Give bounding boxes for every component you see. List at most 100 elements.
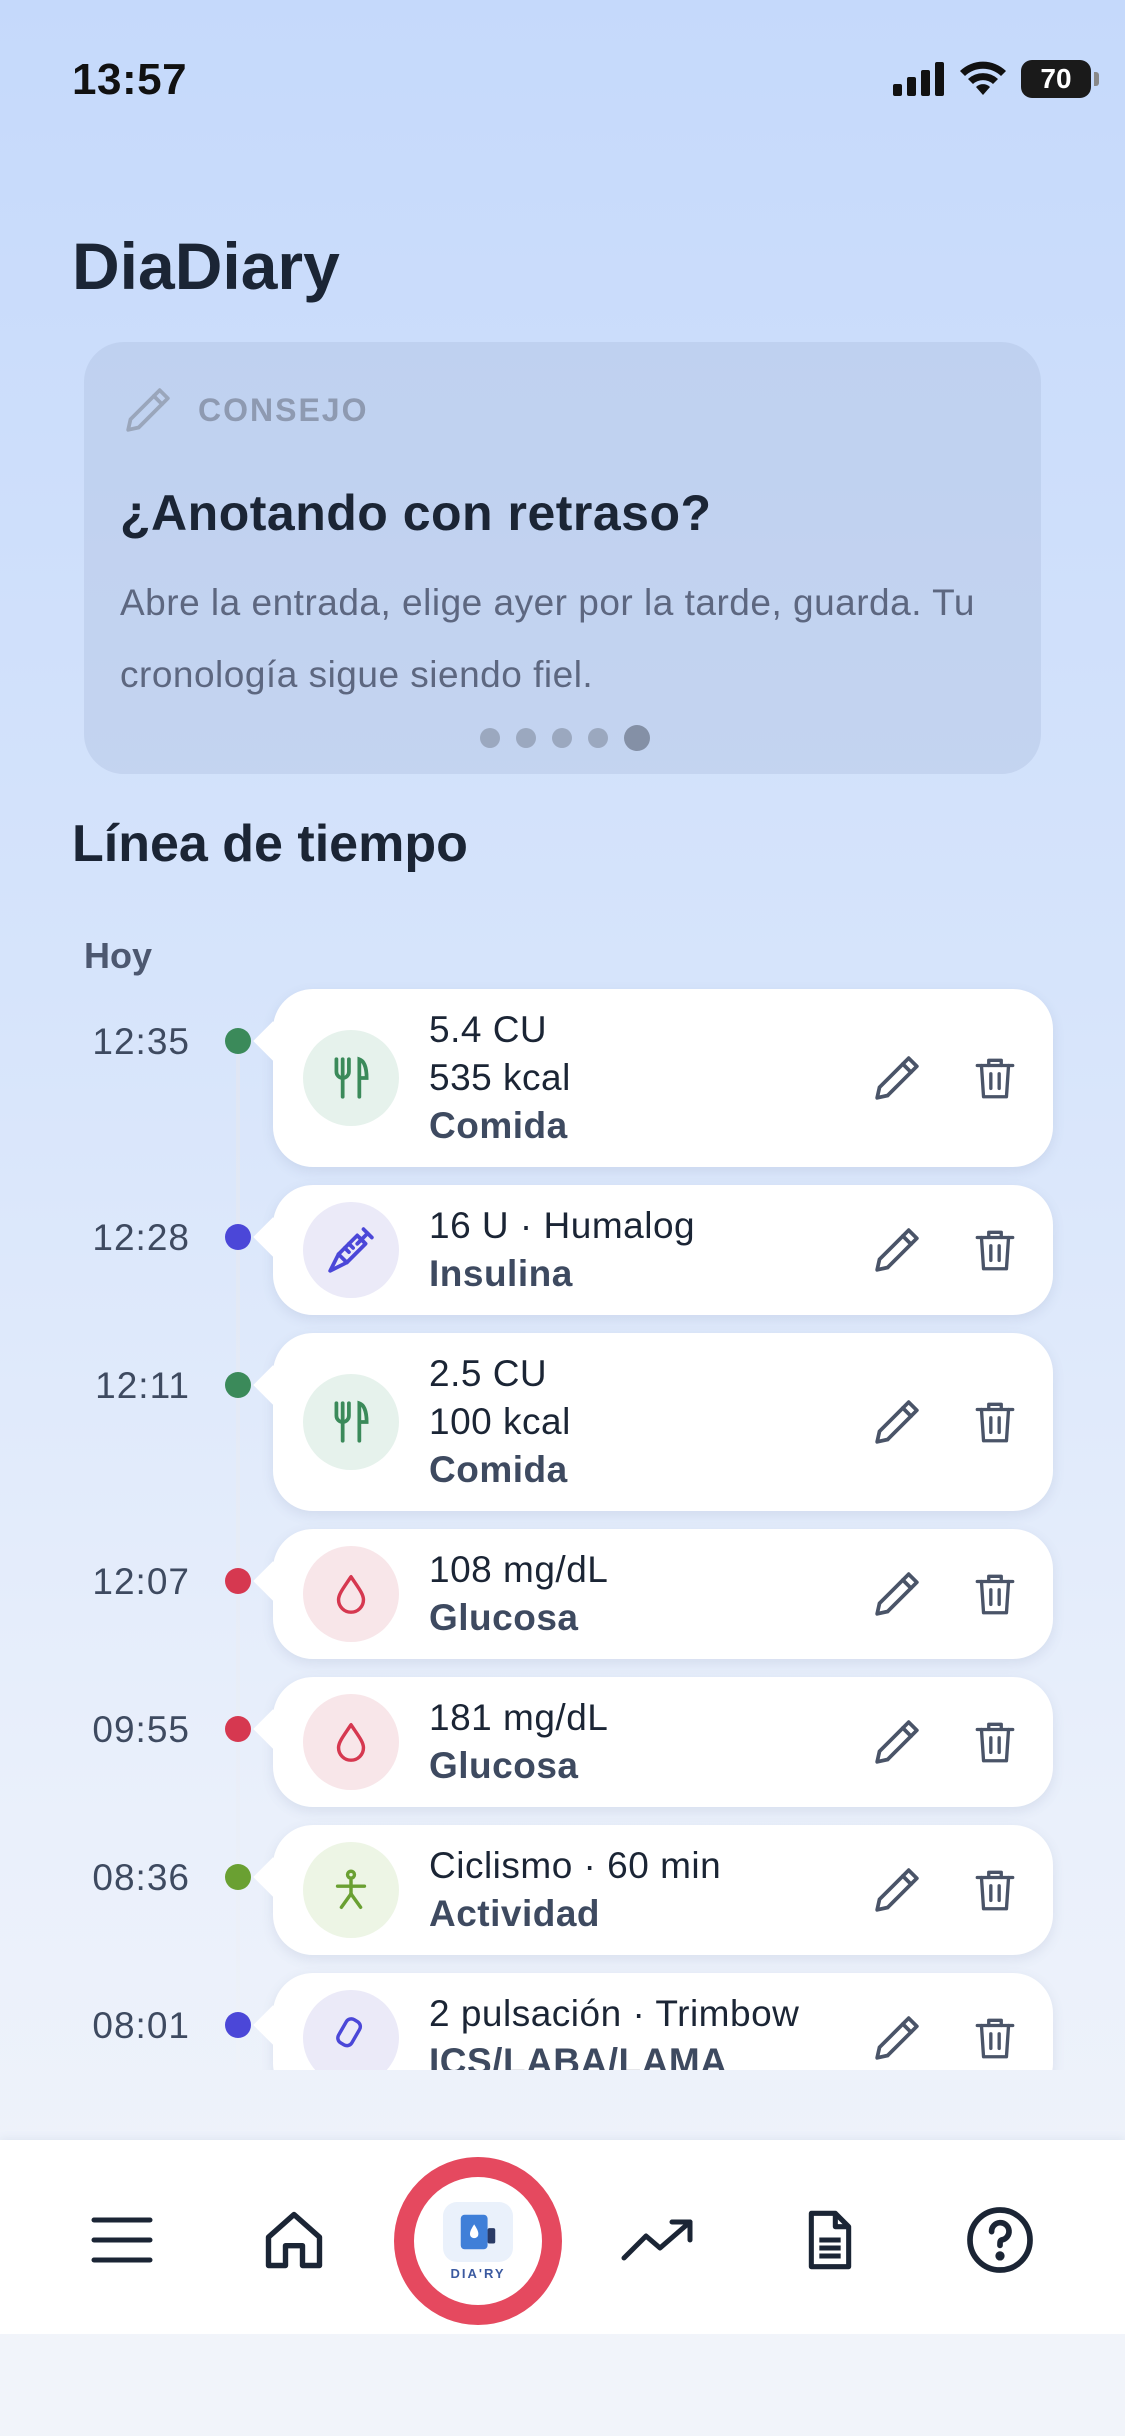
timeline-entry-card[interactable]: 108 mg/dL Glucosa [273, 1529, 1053, 1659]
timeline-dot [225, 1372, 251, 1398]
entry-time: 12:11 [95, 1365, 190, 1406]
entry-text: 16 U · Humalog Insulina [429, 1202, 695, 1298]
wifi-icon [960, 61, 1006, 95]
entry-value: Ciclismo · 60 min [429, 1845, 722, 1886]
edit-entry-button[interactable] [869, 1222, 925, 1278]
tip-page-dot[interactable] [624, 725, 650, 751]
entry-value: 100 kcal [429, 1401, 571, 1442]
tip-pagination[interactable] [480, 725, 650, 751]
entry-value: 5.4 CU [429, 1009, 548, 1050]
fork-knife-icon [303, 1030, 399, 1126]
add-entry-button[interactable]: DIA'RY [394, 2157, 562, 2325]
drop-icon [303, 1546, 399, 1642]
syringe-icon [303, 1202, 399, 1298]
status-bar: 13:57 70 [0, 0, 1125, 150]
status-icons: 70 [893, 60, 1099, 98]
entry-actions [869, 2010, 1023, 2066]
entry-category: Insulina [429, 1253, 573, 1294]
entry-value: 2 pulsación · Trimbow [429, 1993, 800, 2034]
entry-time: 12:07 [92, 1561, 190, 1602]
battery-level: 70 [1040, 63, 1072, 94]
tip-page-dot[interactable] [588, 728, 608, 748]
entry-text: Ciclismo · 60 min Actividad [429, 1842, 721, 1938]
delete-entry-button[interactable] [967, 1566, 1023, 1622]
timeline-title: Línea de tiempo [72, 815, 468, 873]
cellular-signal-icon [893, 62, 944, 96]
timeline-dot [225, 1716, 251, 1742]
entry-category: Comida [429, 1449, 568, 1490]
entry-value: 16 U · Humalog [429, 1205, 696, 1246]
entry-text: 5.4 CU 535 kcal Comida [429, 1006, 571, 1150]
entry-time: 08:01 [92, 2005, 190, 2046]
edit-entry-button[interactable] [869, 1862, 925, 1918]
page-title: DiaDiary [72, 229, 340, 303]
entry-actions [869, 1566, 1023, 1622]
tip-page-dot[interactable] [516, 728, 536, 748]
delete-entry-button[interactable] [967, 1394, 1023, 1450]
timeline-entry-card[interactable]: 2.5 CU 100 kcal Comida [273, 1333, 1053, 1511]
delete-entry-button[interactable] [967, 2010, 1023, 2066]
edit-entry-button[interactable] [869, 1050, 925, 1106]
entry-text: 2 pulsación · Trimbow ICS/LABA/LAMA [429, 1990, 799, 2070]
edit-entry-button[interactable] [869, 2010, 925, 2066]
person-walking-icon [303, 1842, 399, 1938]
pencil-icon [126, 388, 170, 432]
timeline-dot [225, 1864, 251, 1890]
reports-button[interactable] [790, 2200, 870, 2280]
timeline-list[interactable]: 12:35 5.4 CU 535 kcal Comida 12:28 16 U · Hum… [0, 975, 1125, 2070]
timeline-dot [225, 1568, 251, 1594]
tip-eyebrow-label: CONSEJO [198, 391, 369, 428]
edit-entry-button[interactable] [869, 1394, 925, 1450]
status-time: 13:57 [72, 55, 188, 104]
inhaler-icon [303, 1990, 399, 2070]
timeline-entry-card[interactable]: 16 U · Humalog Insulina [273, 1185, 1053, 1315]
entry-time: 12:35 [92, 1021, 190, 1062]
entry-category: Actividad [429, 1893, 601, 1934]
entry-time: 08:36 [92, 1857, 190, 1898]
trend-icon [621, 2219, 693, 2261]
timeline-entry-card[interactable]: 5.4 CU 535 kcal Comida [273, 989, 1053, 1167]
tip-card[interactable]: CONSEJO ¿Anotando con retraso? Abre la e… [84, 342, 1041, 774]
home-button[interactable] [254, 2200, 334, 2280]
home-indicator-area [0, 2334, 1125, 2436]
timeline-line [236, 1045, 240, 2070]
tip-eyebrow: CONSEJO [120, 382, 368, 438]
delete-entry-button[interactable] [967, 1222, 1023, 1278]
timeline-entry-card[interactable]: 2 pulsación · Trimbow ICS/LABA/LAMA [273, 1973, 1053, 2070]
menu-icon [91, 2217, 153, 2263]
help-button[interactable] [960, 2200, 1040, 2280]
delete-entry-button[interactable] [967, 1050, 1023, 1106]
battery-indicator: 70 [1021, 60, 1099, 98]
entry-actions [869, 1394, 1023, 1450]
drop-icon [303, 1694, 399, 1790]
diary-logo-icon [443, 2201, 513, 2262]
tip-page-dot[interactable] [552, 728, 572, 748]
timeline-entry-card[interactable]: Ciclismo · 60 min Actividad [273, 1825, 1053, 1955]
entry-time: 09:55 [92, 1709, 190, 1750]
edit-entry-button[interactable] [869, 1714, 925, 1770]
help-icon [967, 2207, 1033, 2273]
entry-actions [869, 1714, 1023, 1770]
entry-category: Glucosa [429, 1597, 579, 1638]
timeline-entry-card[interactable]: 181 mg/dL Glucosa [273, 1677, 1053, 1807]
delete-entry-button[interactable] [967, 1862, 1023, 1918]
entry-value: 181 mg/dL [429, 1697, 609, 1738]
timeline-dot [225, 1224, 251, 1250]
diary-logo-text: DIA'RY [450, 2265, 506, 2281]
tip-title: ¿Anotando con retraso? [120, 485, 712, 541]
tip-page-dot[interactable] [480, 728, 500, 748]
tip-body: Abre la entrada, elige ayer por la tarde… [120, 582, 975, 695]
entry-actions [869, 1862, 1023, 1918]
entry-actions [869, 1222, 1023, 1278]
home-icon [265, 2211, 323, 2269]
timeline-dot [225, 1028, 251, 1054]
menu-button[interactable] [82, 2200, 162, 2280]
entry-text: 181 mg/dL Glucosa [429, 1694, 608, 1790]
entry-value: 108 mg/dL [429, 1549, 609, 1590]
day-label: Hoy [84, 935, 153, 976]
statistics-button[interactable] [618, 2200, 698, 2280]
entry-time: 12:28 [92, 1217, 190, 1258]
entry-category: Comida [429, 1105, 568, 1146]
edit-entry-button[interactable] [869, 1566, 925, 1622]
delete-entry-button[interactable] [967, 1714, 1023, 1770]
